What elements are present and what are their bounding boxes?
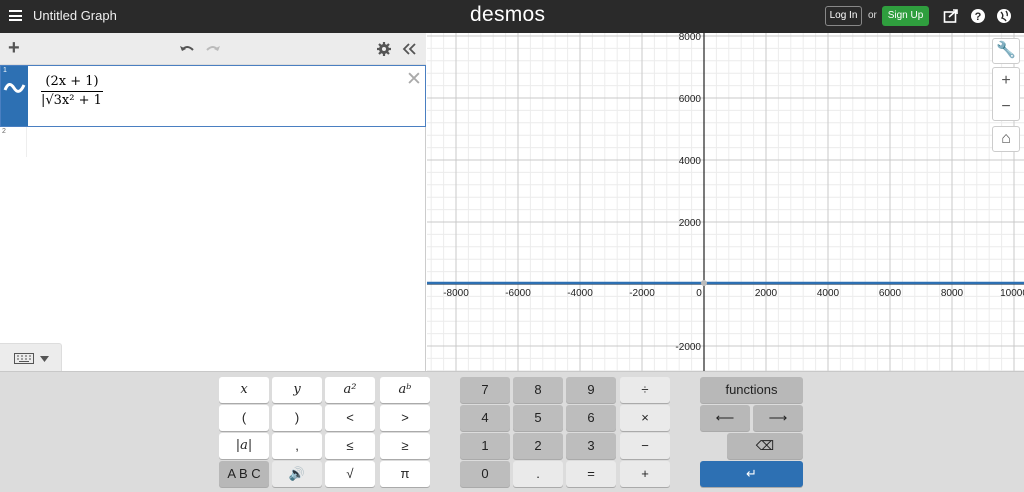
home-icon[interactable]: ⌂ bbox=[992, 126, 1020, 152]
zoom-controls: + − bbox=[992, 67, 1020, 121]
x-tick-label: 4000 bbox=[817, 288, 840, 299]
undo-icon[interactable] bbox=[179, 41, 195, 57]
key-8[interactable]: 8 bbox=[513, 377, 563, 403]
keyboard-icon bbox=[14, 353, 34, 364]
help-icon[interactable]: ? bbox=[970, 8, 986, 24]
key-y[interactable]: y bbox=[272, 377, 322, 403]
expression-color-tab[interactable]: 1 bbox=[1, 66, 28, 126]
key-greater-equal[interactable]: ≥ bbox=[380, 433, 430, 459]
x-tick-label: -4000 bbox=[567, 288, 593, 299]
y-tick-label: 6000 bbox=[679, 94, 702, 105]
key-a-power-b[interactable]: aᵇ bbox=[380, 377, 430, 403]
desmos-logo: desmos bbox=[470, 3, 546, 26]
expression-number: 2 bbox=[2, 128, 6, 135]
key-greater-than[interactable]: > bbox=[380, 405, 430, 431]
x-tick-label: 8000 bbox=[941, 288, 964, 299]
graph-canvas[interactable]: -8000 -6000 -4000 -2000 0 2000 4000 6000 8000 100… bbox=[427, 33, 1024, 371]
origin-point[interactable] bbox=[701, 280, 707, 286]
zoom-out-button[interactable]: − bbox=[993, 94, 1019, 120]
key-audio[interactable]: 🔊 bbox=[272, 461, 322, 487]
collapse-list-icon[interactable] bbox=[401, 41, 417, 57]
x-tick-label: 10000 bbox=[1000, 288, 1024, 299]
key-a-squared[interactable]: a² bbox=[325, 377, 375, 403]
menu-icon[interactable] bbox=[9, 10, 22, 21]
key-6[interactable]: 6 bbox=[566, 405, 616, 431]
graph-settings-wrench-icon[interactable]: 🔧 bbox=[992, 38, 1020, 64]
cursor-left-button[interactable]: ⟵ bbox=[700, 405, 750, 431]
key-times[interactable]: × bbox=[620, 405, 670, 431]
y-tick-label: 4000 bbox=[679, 156, 702, 167]
expression-row-2[interactable]: 2 bbox=[0, 127, 426, 157]
expression-toolbar: + bbox=[0, 33, 426, 65]
x-tick-label: 2000 bbox=[755, 288, 778, 299]
key-abc-toggle[interactable]: A B C bbox=[219, 461, 269, 487]
expression-row-1[interactable]: 1 (2x + 1) |√3x² + 1 ✕ bbox=[0, 65, 426, 127]
chevron-down-icon bbox=[40, 356, 49, 362]
or-label: or bbox=[868, 10, 877, 21]
svg-text:?: ? bbox=[975, 11, 982, 23]
x-tick-label: -8000 bbox=[443, 288, 469, 299]
key-minus[interactable]: − bbox=[620, 433, 670, 459]
zoom-in-button[interactable]: + bbox=[993, 68, 1019, 94]
fraction-denominator: |√3x² + 1 bbox=[41, 93, 102, 108]
x-tick-label: 6000 bbox=[879, 288, 902, 299]
signup-button[interactable]: Sign Up bbox=[882, 6, 929, 26]
x-tick-label: 0 bbox=[696, 288, 702, 299]
fraction-numerator: (2x + 1) bbox=[41, 74, 103, 92]
key-less-equal[interactable]: ≤ bbox=[325, 433, 375, 459]
redo-icon[interactable] bbox=[205, 41, 221, 57]
add-expression-button[interactable]: + bbox=[8, 38, 20, 58]
globe-icon[interactable] bbox=[996, 8, 1012, 24]
settings-gear-icon[interactable] bbox=[376, 41, 392, 57]
backspace-button[interactable]: ⌫ bbox=[727, 433, 803, 459]
expression-list: + 1 (2x + 1) |√3x² + 1 ✕ 2 bbox=[0, 33, 426, 371]
y-tick-label: -2000 bbox=[675, 342, 701, 353]
key-5[interactable]: 5 bbox=[513, 405, 563, 431]
delete-expression-icon[interactable]: ✕ bbox=[406, 68, 422, 91]
key-equals[interactable]: = bbox=[566, 461, 616, 487]
enter-button[interactable]: ↵ bbox=[700, 461, 803, 487]
key-absolute-value[interactable]: |a| bbox=[219, 433, 269, 459]
expression-math[interactable]: (2x + 1) |√3x² + 1 bbox=[41, 74, 103, 108]
key-dot[interactable]: . bbox=[513, 461, 563, 487]
share-icon[interactable] bbox=[943, 8, 959, 24]
x-tick-label: -2000 bbox=[629, 288, 655, 299]
key-2[interactable]: 2 bbox=[513, 433, 563, 459]
math-keypad: x y a² aᵇ () < > |a|, ≤ ≥ A B C 🔊 √ π 7 8 9 ÷ 4 5 6 × 1 2 3− 0. = +… bbox=[0, 371, 1024, 492]
y-tick-label: 8000 bbox=[679, 33, 702, 43]
key-pi[interactable]: π bbox=[380, 461, 430, 487]
key-1[interactable]: 1 bbox=[460, 433, 510, 459]
key-0[interactable]: 0 bbox=[460, 461, 510, 487]
key-x[interactable]: x bbox=[219, 377, 269, 403]
key-7[interactable]: 7 bbox=[460, 377, 510, 403]
expression-tab-empty: 2 bbox=[0, 127, 27, 157]
key-comma[interactable]: , bbox=[272, 433, 322, 459]
key-sqrt[interactable]: √ bbox=[325, 461, 375, 487]
key-3[interactable]: 3 bbox=[566, 433, 616, 459]
cursor-right-button[interactable]: ⟶ bbox=[753, 405, 803, 431]
wave-icon bbox=[3, 83, 26, 93]
key-less-than[interactable]: < bbox=[325, 405, 375, 431]
key-4[interactable]: 4 bbox=[460, 405, 510, 431]
top-bar: Untitled Graph desmos Log In or Sign Up … bbox=[0, 0, 1024, 33]
key-9[interactable]: 9 bbox=[566, 377, 616, 403]
keypad-toggle-button[interactable] bbox=[0, 343, 62, 371]
key-divide[interactable]: ÷ bbox=[620, 377, 670, 403]
key-open-paren[interactable]: ( bbox=[219, 405, 269, 431]
expression-number: 1 bbox=[3, 67, 7, 74]
y-tick-label: 2000 bbox=[679, 218, 702, 229]
x-tick-label: -6000 bbox=[505, 288, 531, 299]
key-plus[interactable]: + bbox=[620, 461, 670, 487]
login-button[interactable]: Log In bbox=[825, 6, 862, 26]
graph-title[interactable]: Untitled Graph bbox=[33, 8, 117, 23]
functions-button[interactable]: functions bbox=[700, 377, 803, 403]
graph-plot[interactable]: -8000 -6000 -4000 -2000 0 2000 4000 6000 8000 100… bbox=[427, 33, 1024, 371]
key-close-paren[interactable]: ) bbox=[272, 405, 322, 431]
